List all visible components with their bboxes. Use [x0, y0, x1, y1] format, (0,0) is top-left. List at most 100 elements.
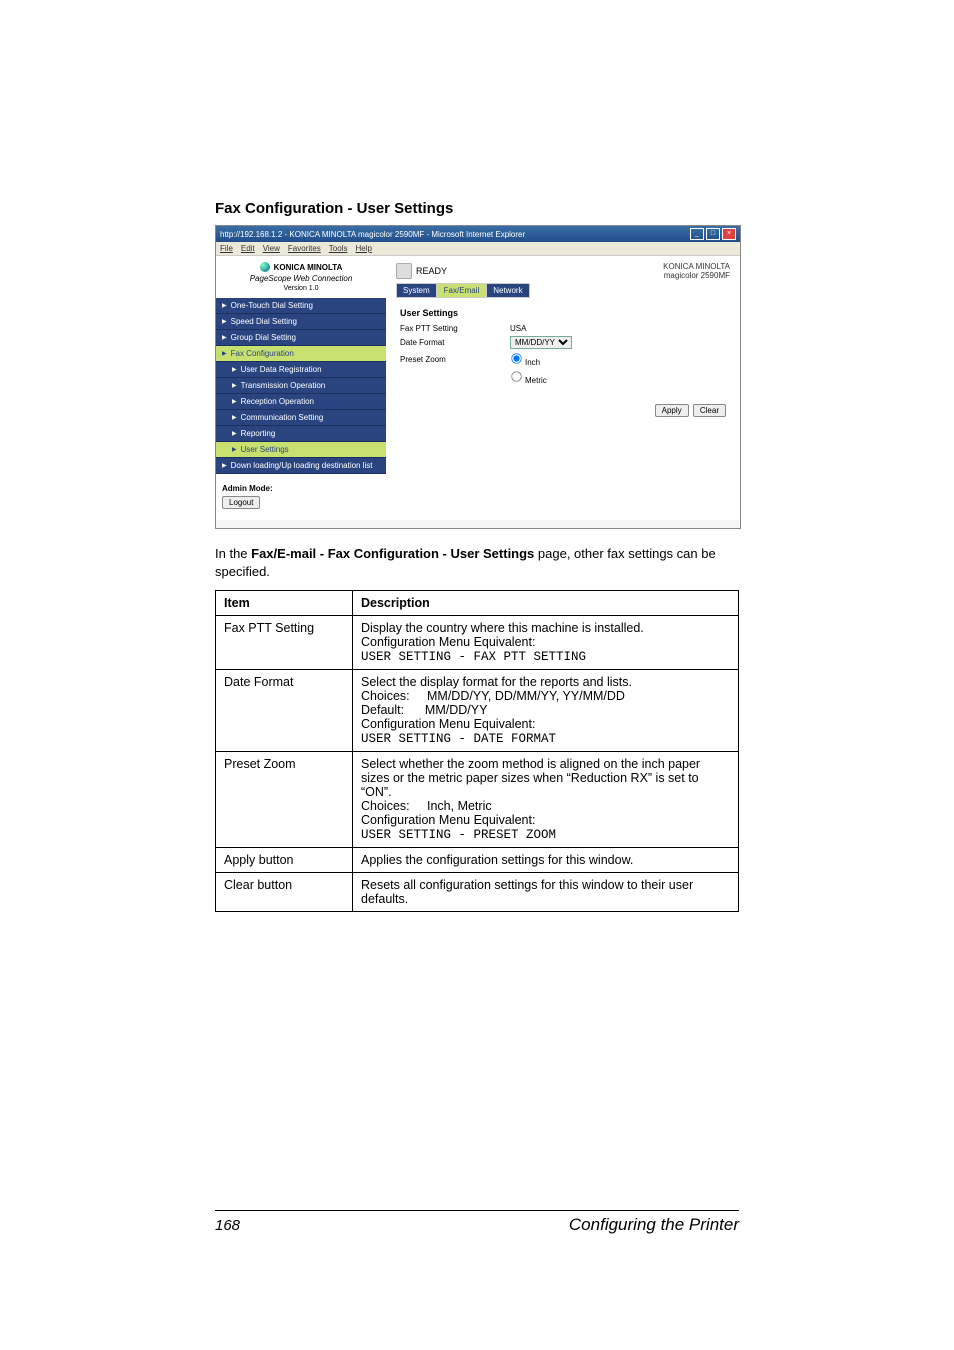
nav-arrow-icon: ▶ — [222, 334, 227, 341]
row-fax-ptt: Fax PTT Setting USA — [400, 324, 726, 333]
ie-menubar: File Edit View Favorites Tools Help — [216, 242, 740, 256]
sidebar-nav: ▶One-Touch Dial Setting▶Speed Dial Setti… — [216, 298, 386, 474]
cell-description: Select the display format for the report… — [353, 670, 739, 752]
intro-paragraph: In the Fax/E-mail - Fax Configuration - … — [215, 545, 739, 580]
sidebar-item-10[interactable]: ▶ Down loading/Up loading destination lis… — [216, 458, 386, 474]
admin-mode-block: Admin Mode: Logout — [216, 474, 386, 519]
sidebar-item-6[interactable]: ▶Reception Operation — [216, 394, 386, 410]
main-panel: READY KONICA MINOLTA magicolor 2590MF Sy… — [386, 256, 740, 520]
footer-title: Configuring the Printer — [569, 1215, 739, 1235]
cell-item: Date Format — [216, 670, 353, 752]
sidebar-item-label: Speed Dial Setting — [231, 317, 297, 326]
nav-arrow-icon: ▶ — [232, 446, 237, 453]
table-row: Fax PTT SettingDisplay the country where… — [216, 616, 739, 670]
sidebar-item-label: Communication Setting — [241, 413, 324, 422]
brand-name: KONICA MINOLTA — [274, 263, 343, 272]
nav-arrow-icon: ▶ — [232, 382, 237, 389]
radio-metric[interactable] — [511, 371, 521, 381]
th-item: Item — [216, 591, 353, 616]
sidebar-item-0[interactable]: ▶One-Touch Dial Setting — [216, 298, 386, 314]
radio-inch[interactable] — [511, 353, 521, 363]
value-fax-ptt: USA — [510, 324, 610, 333]
brand-product: PageScope Web Connection — [222, 274, 380, 283]
radio-metric-text: Metric — [525, 376, 547, 385]
table-row: Apply buttonApplies the configuration se… — [216, 848, 739, 873]
menu-view[interactable]: View — [263, 244, 280, 253]
sidebar-item-label: Fax Configuration — [231, 349, 294, 358]
table-row: Preset ZoomSelect whether the zoom metho… — [216, 752, 739, 848]
cell-description: Select whether the zoom method is aligne… — [353, 752, 739, 848]
radio-inch-label[interactable]: Inch — [510, 358, 540, 367]
row-preset-zoom-metric: Metric — [400, 370, 726, 385]
label-preset-zoom: Preset Zoom — [400, 355, 510, 364]
brand-block: KONICA MINOLTA PageScope Web Connection … — [216, 256, 386, 298]
th-description: Description — [353, 591, 739, 616]
sidebar-item-label: User Data Registration — [241, 365, 322, 374]
sidebar-item-9[interactable]: ▶ User Settings — [216, 442, 386, 458]
nav-arrow-icon: ▶ — [222, 318, 227, 325]
window-buttons: _ □ × — [690, 228, 736, 240]
nav-arrow-icon: ▶ — [222, 462, 227, 469]
sidebar-item-label: Transmission Operation — [241, 381, 326, 390]
nav-arrow-icon: ▶ — [222, 302, 227, 309]
tab-system[interactable]: System — [396, 283, 437, 298]
sidebar-item-5[interactable]: ▶ Transmission Operation — [216, 378, 386, 394]
cell-item: Clear button — [216, 873, 353, 912]
menu-edit[interactable]: Edit — [241, 244, 255, 253]
clear-button[interactable]: Clear — [693, 404, 726, 417]
sidebar-item-label: Group Dial Setting — [231, 333, 296, 342]
radio-metric-label[interactable]: Metric — [510, 376, 547, 385]
brand-version: Version 1.0 — [222, 285, 380, 292]
window-titlebar: http://192.168.1.2 - KONICA MINOLTA magi… — [216, 226, 740, 242]
minimize-icon[interactable]: _ — [690, 228, 704, 240]
menu-help[interactable]: Help — [355, 244, 371, 253]
select-date-format[interactable]: MM/DD/YY — [510, 336, 572, 349]
sidebar-item-label: User Settings — [241, 445, 289, 454]
label-date-format: Date Format — [400, 338, 510, 347]
sidebar-item-8[interactable]: ▶Reporting — [216, 426, 386, 442]
product-line2: magicolor 2590MF — [663, 271, 730, 280]
sidebar-item-label: Down loading/Up loading destination list — [231, 461, 373, 470]
menu-tools[interactable]: Tools — [329, 244, 348, 253]
nav-arrow-icon: ▶ — [222, 350, 227, 357]
maximize-icon[interactable]: □ — [706, 228, 720, 240]
row-preset-zoom: Preset Zoom Inch — [400, 352, 726, 367]
table-row: Date FormatSelect the display format for… — [216, 670, 739, 752]
admin-mode-label: Admin Mode: — [222, 484, 380, 493]
section-heading: Fax Configuration - User Settings — [215, 200, 739, 217]
code-line: USER SETTING - PRESET ZOOM — [361, 828, 556, 842]
menu-file[interactable]: File — [220, 244, 233, 253]
radio-inch-text: Inch — [525, 358, 540, 367]
tab-fax-email[interactable]: Fax/Email — [437, 283, 487, 298]
logout-button[interactable]: Logout — [222, 496, 260, 509]
button-row: Apply Clear — [386, 398, 740, 423]
sidebar-item-label: Reception Operation — [241, 397, 314, 406]
sidebar-item-1[interactable]: ▶ Speed Dial Setting — [216, 314, 386, 330]
intro-bold: Fax/E-mail - Fax Configuration - User Se… — [251, 546, 534, 561]
logo-globe-icon — [260, 262, 270, 272]
sidebar-item-label: Reporting — [241, 429, 276, 438]
sidebar-item-2[interactable]: ▶ Group Dial Setting — [216, 330, 386, 346]
cell-description: Applies the configuration settings for t… — [353, 848, 739, 873]
cell-item: Fax PTT Setting — [216, 616, 353, 670]
apply-button[interactable]: Apply — [655, 404, 689, 417]
page-number: 168 — [215, 1217, 240, 1234]
printer-icon — [396, 263, 412, 279]
cell-item: Preset Zoom — [216, 752, 353, 848]
sidebar-item-4[interactable]: ▶User Data Registration — [216, 362, 386, 378]
table-header-row: Item Description — [216, 591, 739, 616]
status-block: READY — [396, 262, 447, 280]
code-line: USER SETTING - DATE FORMAT — [361, 732, 556, 746]
product-id: KONICA MINOLTA magicolor 2590MF — [663, 262, 730, 280]
description-table: Item Description Fax PTT SettingDisplay … — [215, 590, 739, 912]
menu-favorites[interactable]: Favorites — [288, 244, 321, 253]
close-icon[interactable]: × — [722, 228, 736, 240]
cell-description: Resets all configuration settings for th… — [353, 873, 739, 912]
sidebar-item-3[interactable]: ▶ Fax Configuration — [216, 346, 386, 362]
tab-network[interactable]: Network — [486, 283, 529, 298]
content-heading: User Settings — [400, 308, 726, 318]
browser-window: http://192.168.1.2 - KONICA MINOLTA magi… — [215, 225, 741, 529]
table-row: Clear buttonResets all configuration set… — [216, 873, 739, 912]
page-footer: 168 Configuring the Printer — [215, 1210, 739, 1235]
sidebar-item-7[interactable]: ▶Communication Setting — [216, 410, 386, 426]
